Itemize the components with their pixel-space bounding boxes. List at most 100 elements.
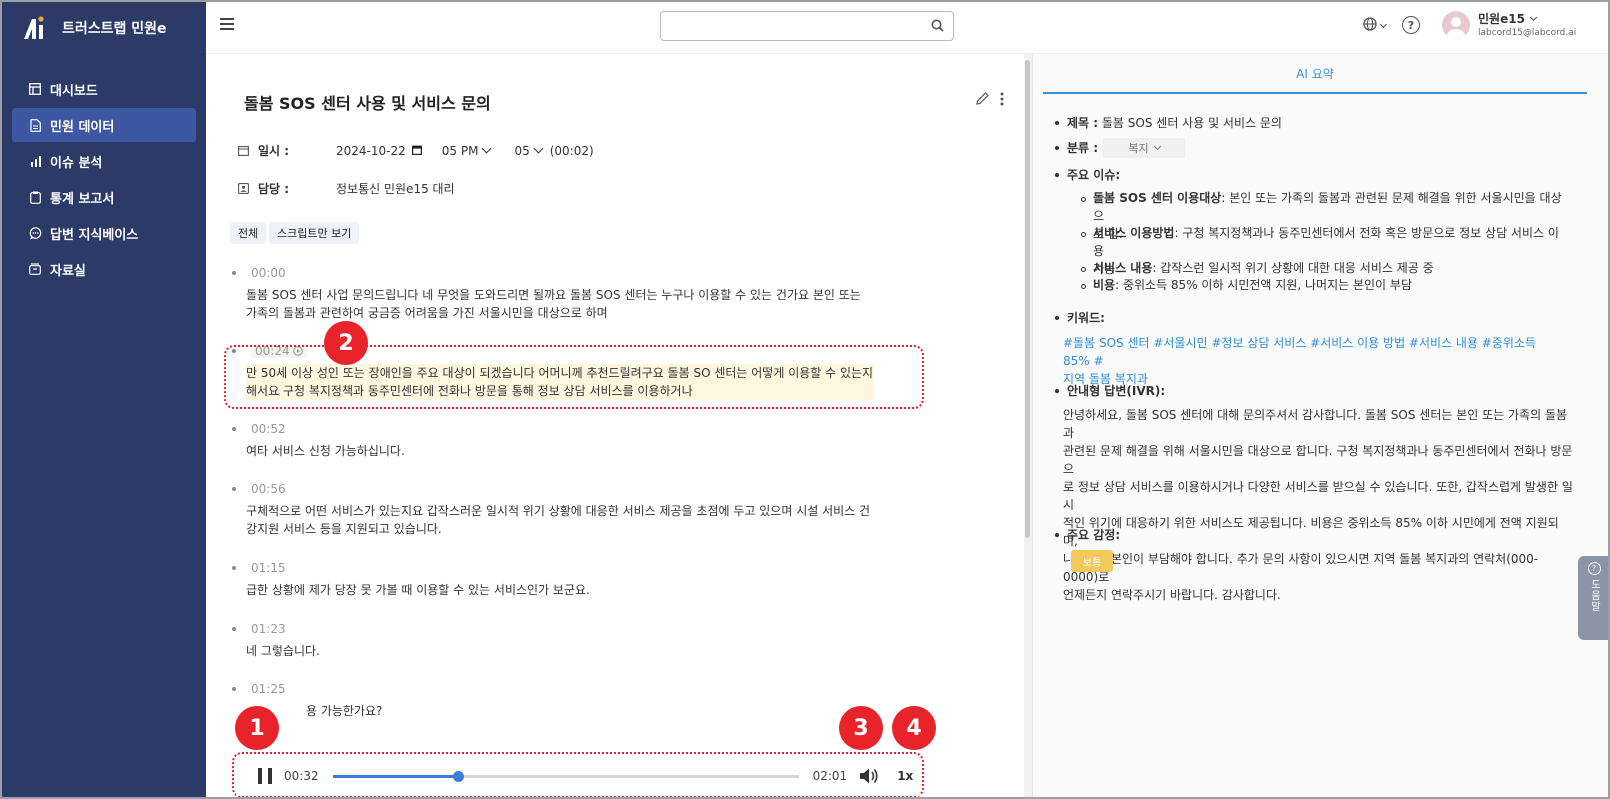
help-icon: ? (1587, 562, 1601, 575)
sidebar-item-issue-analysis[interactable]: 이슈 분석 (12, 144, 196, 178)
ivr-line: 안녕하세요, 돌봄 SOS 센터에 대해 문의주셔서 감사합니다. 돌봄 SOS… (1063, 408, 1568, 440)
seek-handle[interactable] (453, 770, 465, 782)
hour-select[interactable]: 05 PM (442, 143, 492, 158)
search-input[interactable] (660, 11, 954, 41)
date-input[interactable]: 2024-10-22 (336, 144, 406, 158)
ivr-line: 적인 위기에 대응하기 위한 서비스도 제공됩니다. 비용은 중위소득 85% … (1063, 516, 1559, 548)
summary-category-line: 분류 : (1067, 139, 1098, 157)
language-selector[interactable] (1363, 17, 1388, 34)
play-circle-icon[interactable] (293, 344, 304, 358)
sidebar-item-label: 대시보드 (50, 83, 98, 99)
pause-icon[interactable] (258, 768, 272, 784)
entry-text: 여타 서비스 신청 가능하십니다. (246, 444, 405, 458)
issue-item: 비용: 중위소득 85% 이하 시민전액 지원, 나머지는 본인이 부담 (1093, 276, 1563, 294)
bullet (232, 349, 236, 353)
search-icon[interactable] (931, 19, 944, 35)
entry-time[interactable]: 01:15 (251, 561, 286, 575)
bullet (1055, 121, 1059, 125)
sidebar-item-dashboard[interactable]: 대시보드 (12, 72, 196, 106)
sidebar-item-archive[interactable]: 자료실 (12, 252, 196, 286)
sidebar-item-label: 답변 지식베이스 (50, 227, 139, 243)
keyword-list[interactable]: #돌봄 SOS 센터 #서울시민 #정보 상담 서비스 #서비스 이용 방법 #… (1063, 334, 1563, 388)
bullet (232, 566, 236, 570)
entry-text: 구체적으로 어떤 서비스가 있는지요 갑작스러운 일시적 위기 상황에 대응한 … (246, 504, 871, 536)
filter-all-button[interactable]: 전체 (230, 222, 267, 244)
sidebar-item-complaint-data[interactable]: 민원 데이터 (12, 108, 196, 142)
chevron-down-icon (1379, 20, 1388, 28)
filter-script-button[interactable]: 스크립트만 보기 (269, 222, 360, 244)
brand[interactable]: 트러스트랩 민원e (2, 2, 206, 54)
menu-icon[interactable] (220, 18, 234, 30)
entry-time[interactable]: 00:00 (251, 266, 286, 280)
summary-category-label: 분류 : (1067, 141, 1099, 155)
issue-item: 서비스 내용: 갑작스런 일시적 위기 상황에 대한 대응 서비스 제공 중 (1093, 259, 1563, 277)
audio-player: 00:32 02:01 1x (236, 756, 920, 796)
logo-icon (22, 15, 46, 41)
issues-label-text: 주요 이슈: (1067, 168, 1121, 182)
sidebar-nav: 대시보드 민원 데이터 이슈 분석 통계 보고서 답변 지식베이스 자료실 (2, 72, 206, 286)
user-name[interactable]: 민원e15 (1478, 10, 1537, 27)
chevron-down-icon (481, 143, 492, 154)
total-time: 02:01 (812, 769, 848, 783)
ivr-line: 로 정보 상담 서비스를 이용하시거나 다양한 서비스를 받으실 수 있습니다.… (1063, 480, 1573, 512)
sidebar-item-stats-report[interactable]: 통계 보고서 (12, 180, 196, 214)
owner-row: 담당 : 정보통신 민원e15 대리 (238, 180, 461, 197)
scrollbar-thumb[interactable] (1025, 60, 1030, 538)
bullet (232, 271, 236, 275)
help-label: 도움말 (1588, 579, 1600, 612)
entry-text: 돌봄 SOS 센터 사업 문의드립니다 네 무엇을 도와드리면 될까요 돌봄 S… (246, 288, 861, 320)
minute-value: 05 (514, 143, 530, 158)
entry-time[interactable]: 01:23 (251, 622, 286, 636)
volume-icon[interactable] (859, 767, 879, 785)
entry-time[interactable]: 00:56 (251, 482, 286, 496)
entry-text: 만 50세 이상 성인 또는 장애인을 주요 대상이 되겠습니다 어머니께 추천… (246, 364, 874, 400)
entry-time[interactable]: 00:52 (251, 422, 286, 436)
seek-progress (332, 774, 459, 778)
bar-chart-icon (28, 154, 42, 168)
sidebar-item-label: 민원 데이터 (50, 119, 115, 135)
keywords-label-text: 키워드: (1067, 311, 1105, 325)
seek-bar[interactable] (332, 770, 799, 782)
keywords-line[interactable]: #돌봄 SOS 센터 #서울시민 #정보 상담 서비스 #서비스 이용 방법 #… (1063, 336, 1536, 368)
owner-label: 담당 : (258, 182, 290, 196)
sub-bullet (1081, 284, 1086, 289)
avatar[interactable] (1442, 11, 1470, 39)
help-floating-button[interactable]: ? 도움말 (1578, 556, 1610, 640)
sidebar: 트러스트랩 민원e 대시보드 민원 데이터 이슈 분석 통계 보고서 답변 지식… (2, 2, 206, 797)
minute-select[interactable]: 05 (514, 143, 544, 158)
date-row: 일시 : 2024-10-22 05 PM 05 (00:02) (238, 142, 594, 159)
bullet (232, 427, 236, 431)
bullet (1055, 389, 1059, 393)
sidebar-item-label: 이슈 분석 (50, 155, 103, 171)
help-icon[interactable]: ? (1402, 16, 1420, 34)
calendar-picker-icon[interactable] (411, 144, 422, 158)
sidebar-item-knowledge-base[interactable]: 답변 지식베이스 (12, 216, 196, 250)
issue-text: : 중위소득 85% 이하 시민전액 지원, 나머지는 본인이 부담 (1115, 278, 1412, 292)
category-select[interactable]: 복지 (1103, 138, 1185, 158)
ivr-label-text: 안내형 답변(IVR): (1067, 384, 1166, 398)
entry-time-text: 00:24 (255, 344, 290, 358)
owner-value: 정보통신 민원e15 대리 (336, 182, 455, 196)
top-header: ? 민원e15 labcord15@labcord.ai (206, 2, 1608, 54)
sidebar-item-label: 통계 보고서 (50, 191, 115, 207)
entry-time[interactable]: 01:25 (251, 682, 286, 696)
globe-icon (1363, 17, 1377, 34)
issue-head: 서비스 이용방법 (1093, 226, 1175, 240)
edit-icon[interactable] (976, 92, 989, 108)
summary-ivr-label: 안내형 답변(IVR): (1067, 382, 1165, 400)
bullet (1055, 316, 1059, 320)
category-value: 복지 (1128, 142, 1149, 155)
id-badge-icon (238, 182, 250, 195)
more-options-icon[interactable] (1000, 92, 1004, 109)
bullet (232, 487, 236, 491)
chevron-down-icon (1529, 13, 1537, 22)
record-detail: 돌봄 SOS 센터 사용 및 서비스 문의 일시 : 2024-10-22 05… (206, 54, 1024, 797)
ivr-line: 나머지는 본인이 부담해야 합니다. 추가 문의 사항이 있으시면 지역 돌봄 … (1063, 552, 1539, 584)
tab-ai-summary[interactable]: AI 요약 (1043, 54, 1587, 94)
issue-text: : 갑작스런 일시적 위기 상황에 대한 대응 서비스 제공 중 (1152, 261, 1434, 275)
duration: (00:02) (549, 143, 594, 158)
date-label: 일시 : (258, 144, 290, 158)
playback-speed-button[interactable]: 1x (897, 769, 913, 783)
chevron-down-icon (533, 143, 544, 154)
entry-time[interactable]: 00:24 (251, 344, 308, 358)
